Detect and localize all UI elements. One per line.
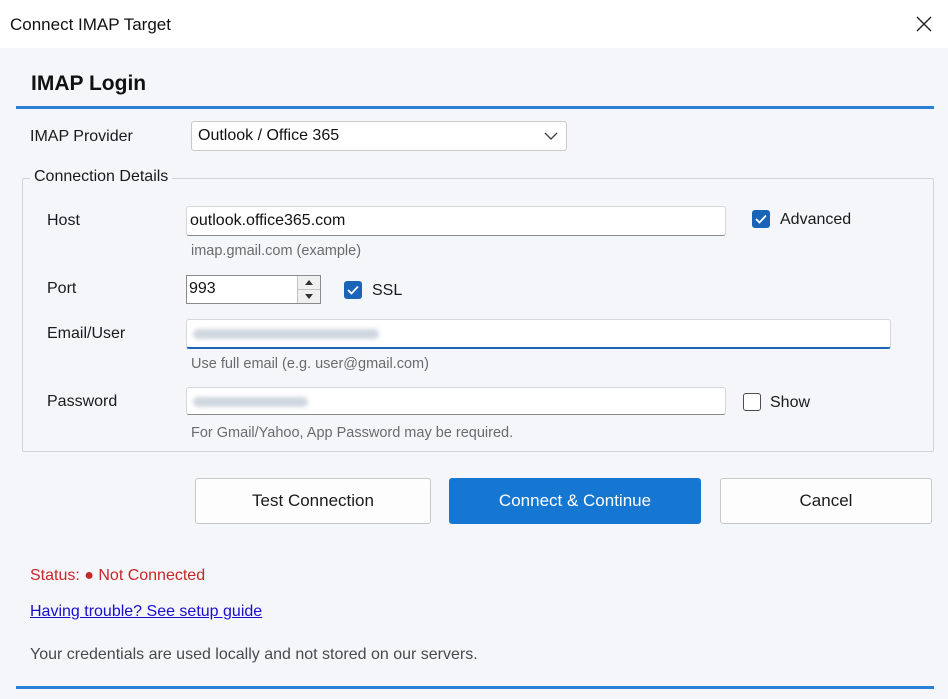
heading-divider: [16, 106, 934, 109]
port-increment-button[interactable]: [298, 276, 320, 290]
page-title: IMAP Login: [31, 72, 147, 95]
advanced-label: Advanced: [780, 211, 852, 228]
password-label: Password: [47, 393, 118, 410]
dialog-body: IMAP Login IMAP Provider Outlook / Offic…: [0, 48, 948, 699]
password-redacted: [193, 397, 308, 407]
port-stepper-buttons: [297, 276, 320, 303]
chevron-down-icon: [544, 132, 558, 140]
port-stepper[interactable]: 993: [186, 275, 321, 304]
host-value: outlook.office365.com: [190, 212, 346, 229]
close-icon: [916, 16, 932, 32]
host-hint: imap.gmail.com (example): [191, 243, 362, 259]
host-label: Host: [47, 212, 80, 229]
connect-continue-button[interactable]: Connect & Continue: [449, 478, 701, 524]
footer-divider: [16, 686, 934, 689]
email-redacted: [193, 329, 379, 339]
connection-details-title: Connection Details: [30, 168, 173, 186]
host-input[interactable]: outlook.office365.com: [186, 206, 726, 236]
status-text: Status: ● Not Connected: [30, 567, 206, 584]
password-hint: For Gmail/Yahoo, App Password may be req…: [191, 425, 514, 441]
provider-label: IMAP Provider: [30, 128, 133, 145]
caret-down-icon: [305, 294, 313, 299]
test-connection-button[interactable]: Test Connection: [195, 478, 431, 524]
close-button[interactable]: [900, 0, 948, 48]
show-password-label: Show: [770, 394, 811, 411]
ssl-checkbox[interactable]: [344, 281, 362, 299]
provider-dropdown[interactable]: Outlook / Office 365: [191, 121, 567, 151]
setup-guide-link[interactable]: Having trouble? See setup guide: [30, 603, 262, 621]
show-password-checkbox[interactable]: [743, 393, 761, 411]
port-value: 993: [189, 280, 216, 297]
checkmark-icon: [347, 285, 359, 295]
provider-selected: Outlook / Office 365: [198, 127, 340, 144]
privacy-note: Your credentials are used locally and no…: [30, 646, 478, 663]
password-input[interactable]: [186, 387, 726, 415]
email-hint: Use full email (e.g. user@gmail.com): [191, 356, 429, 372]
port-decrement-button[interactable]: [298, 290, 320, 303]
caret-up-icon: [305, 280, 313, 285]
email-input[interactable]: [186, 319, 891, 349]
email-label: Email/User: [47, 325, 126, 342]
cancel-button[interactable]: Cancel: [720, 478, 932, 524]
port-label: Port: [47, 280, 77, 297]
checkmark-icon: [755, 214, 767, 224]
ssl-label: SSL: [372, 282, 403, 299]
advanced-checkbox[interactable]: [752, 210, 770, 228]
window-title: Connect IMAP Target: [10, 15, 171, 34]
title-bar: Connect IMAP Target: [0, 0, 948, 48]
